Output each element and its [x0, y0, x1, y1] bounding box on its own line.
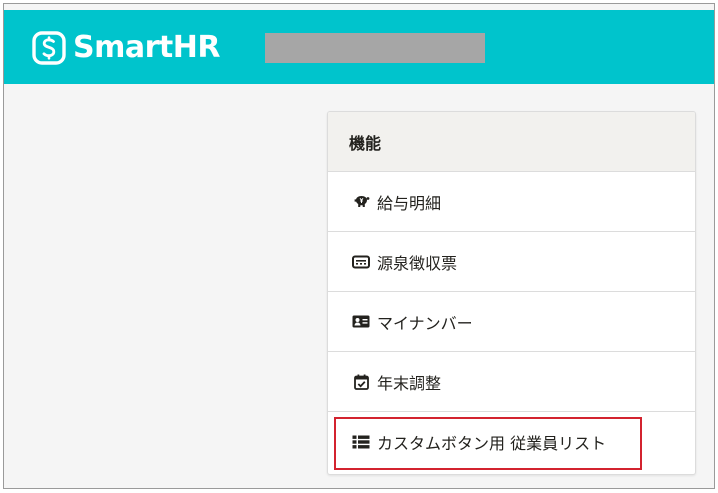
smarthr-logo[interactable]: SmartHR [32, 30, 220, 66]
menu-item-label: マイナンバー [377, 313, 473, 333]
menu-item-my-number[interactable]: マイナンバー [328, 292, 695, 352]
menu-item-label: 源泉徴収票 [377, 253, 458, 273]
piggy-bank-icon [352, 193, 370, 211]
menu-item-payslip[interactable]: 給与明細 [328, 172, 695, 232]
top-header: SmartHR [4, 10, 714, 84]
menu-item-label: 給与明細 [377, 193, 442, 213]
redacted-company-name [265, 33, 485, 63]
menu-item-custom-employee-list[interactable]: カスタムボタン用 従業員リスト [328, 412, 695, 472]
logo-text: SmartHR [73, 30, 220, 65]
menu-item-label: カスタムボタン用 従業員リスト [377, 434, 607, 453]
id-card-icon [352, 313, 370, 331]
panel-title: 機能 [349, 133, 382, 153]
menu-item-year-end-adjustment[interactable]: 年末調整 [328, 352, 695, 412]
app-window: SmartHR 機能 給与明細 源泉徴収票 マイナンバー 年末調整 カスタムボタ… [3, 3, 715, 489]
menu-item-withholding-slip[interactable]: 源泉徴収票 [328, 232, 695, 292]
panel-header: 機能 [328, 112, 695, 172]
list-icon [352, 433, 370, 451]
smarthr-logo-icon [32, 31, 66, 65]
features-panel: 機能 給与明細 源泉徴収票 マイナンバー 年末調整 カスタムボタン用 従業員リス… [327, 111, 696, 475]
receipt-icon [352, 253, 370, 271]
menu-item-label: 年末調整 [377, 373, 442, 393]
calendar-check-icon [352, 373, 370, 391]
